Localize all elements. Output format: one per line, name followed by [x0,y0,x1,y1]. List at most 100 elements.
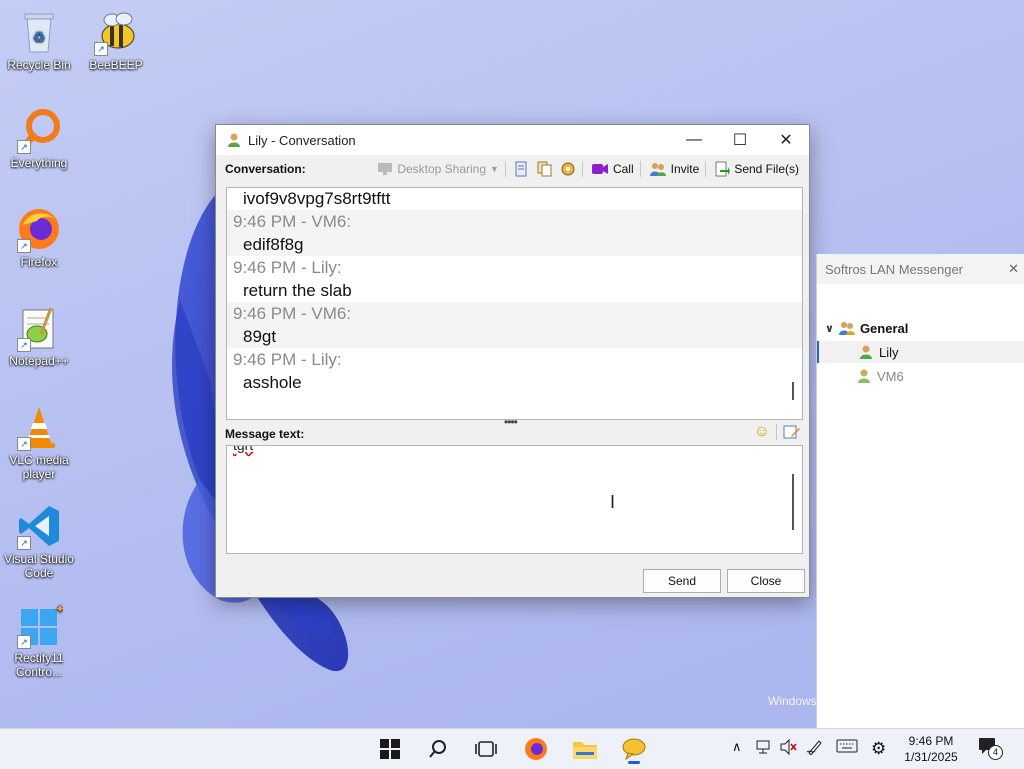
send-button[interactable]: Send [643,569,721,593]
notifications-button[interactable]: 4 [978,737,1003,760]
input-scrollbar[interactable] [792,474,794,530]
show-hidden-icons-button[interactable]: ∧ [732,739,742,755]
messenger-panel-title: Softros LAN Messenger [825,261,964,277]
desktop-icon-beebeep[interactable]: ↗ BeeBEEP [78,8,154,72]
message-header: 9:46 PM - VM6: [233,304,352,323]
user-item-lily[interactable]: Lily [817,341,1024,363]
desktop-sharing-label: Desktop Sharing [397,162,487,176]
message-input-value: tgrt [233,445,254,453]
start-button[interactable] [370,733,410,765]
desktop-icon-label: Recycle Bin [7,58,71,72]
taskbar-softros-messenger[interactable] [614,733,654,765]
recycle-bin-icon: ♻ [15,8,63,56]
desktop-icon-vscode[interactable]: ↗ Visual Studio Code [1,502,77,580]
messenger-panel-header: Softros LAN Messenger ✕ [817,254,1024,284]
emoji-button[interactable]: ☺ [754,423,770,441]
settings-gear-button[interactable]: ⚙ [871,739,886,759]
window-title: Lily - Conversation [248,132,356,148]
send-files-button[interactable]: Send File(s) [714,161,799,177]
desktop-icon-recycle-bin[interactable]: ♻ Recycle Bin [1,8,77,72]
message-row: 9:46 PM - VM6: edif8f8g [227,210,802,256]
shortcut-arrow-icon: ↗ [17,338,31,352]
gears-icon [561,162,575,176]
settings-button[interactable] [560,161,576,177]
message-text: edif8f8g [243,235,304,254]
svg-text:♻: ♻ [33,29,46,45]
taskbar: ∧ ⚙ 9:46 PM 1/31/2025 4 [0,728,1024,769]
desktop-icon-notepadpp[interactable]: ↗ Notepad++ [1,304,77,368]
toolbar-separator [639,161,641,177]
invite-button[interactable]: Invite [649,161,700,177]
send-file-icon [715,161,731,177]
keyboard-glyph-icon [836,739,858,753]
maximize-button[interactable]: ☐ [717,125,763,155]
messenger-panel: Softros LAN Messenger ✕ ∨ General Lily V… [816,254,1024,728]
splitter-handle[interactable]: •••• [504,415,518,429]
video-camera-icon [591,164,608,174]
network-icon-glyph [756,740,770,754]
search-button[interactable] [418,733,458,765]
clock[interactable]: 9:46 PM 1/31/2025 [896,733,966,765]
pen-icon[interactable] [806,739,824,755]
message-text: asshole [243,373,302,392]
notification-count-badge: 4 [988,745,1003,760]
folder-icon [573,742,597,759]
vscode-icon: ↗ [15,502,63,550]
user-item-vm6[interactable]: VM6 [817,365,1024,387]
clock-time: 9:46 PM [908,734,954,748]
message-text-label: Message text: [225,427,305,441]
close-window-button[interactable]: ✕ [763,125,809,155]
call-button[interactable]: Call [591,162,634,176]
invite-label: Invite [670,162,700,176]
conversation-history[interactable]: ivof9v8vpg7s8rt9tftt 9:46 PM - VM6: edif… [226,187,803,420]
users-add-icon [649,163,666,176]
taskbar-firefox[interactable] [516,733,556,765]
activation-watermark: Windows [768,694,817,708]
svg-text:✦: ✦ [55,602,63,616]
user-online-icon [860,345,872,359]
windows-logo-icon [380,739,400,759]
user-away-icon [858,369,870,383]
conversation-scrollbar[interactable] [792,382,794,400]
message-row: 9:46 PM - Lily: asshole [227,348,802,394]
desktop-icon-everything[interactable]: ↗ Everything [1,106,77,170]
task-view-button[interactable] [466,733,506,765]
task-view-icon [475,741,497,757]
desktop-icon-rectify11[interactable]: ✦ ↗ Rectify11 Contro... [1,601,77,679]
desktop-icon-vlc[interactable]: ↗ VLC media player [1,403,77,481]
conversation-toolbar: Conversation: Desktop Sharing ▼ Call Inv… [216,157,809,181]
title-bar[interactable]: Lily - Conversation — ☐ ✕ [216,125,809,155]
close-button[interactable]: Close [727,569,805,593]
message-text: return the slab [243,281,352,300]
shortcut-arrow-icon: ↗ [17,437,31,451]
conversation-label: Conversation: [225,162,306,176]
desktop-icon-firefox[interactable]: ↗ Firefox [1,205,77,269]
minimize-button[interactable]: — [671,125,717,155]
chevron-down-icon[interactable]: ∨ [825,322,834,335]
document-icon [515,161,527,177]
copy-button[interactable] [536,161,552,177]
keyboard-icon[interactable] [836,739,858,753]
volume-muted-icon[interactable] [780,739,798,755]
group-general[interactable]: ∨ General [825,320,908,336]
desktop-sharing-button[interactable]: Desktop Sharing ▼ [377,162,499,176]
toolbar-separator [581,161,583,177]
chevron-up-icon: ∧ [732,739,742,754]
close-icon[interactable]: ✕ [1008,261,1019,277]
call-label: Call [612,162,634,176]
user-name: Lily [879,344,899,360]
toolbar-separator [504,161,506,177]
desktop-icon-label: Everything [10,156,68,170]
history-button[interactable] [514,161,528,177]
shortcut-arrow-icon: ↗ [17,239,31,253]
taskbar-file-explorer[interactable] [565,733,605,765]
desktop-icon-label: Visual Studio Code [4,552,74,580]
desktop-icon-label: Notepad++ [9,354,69,368]
shortcut-arrow-icon: ↗ [17,635,31,649]
vlc-cone-icon: ↗ [15,403,63,451]
gear-icon: ⚙ [871,739,887,758]
message-row: 9:46 PM - Lily: return the slab [227,256,802,302]
network-icon[interactable] [756,739,774,755]
message-input[interactable]: tgrt I [226,445,803,554]
format-text-icon[interactable] [783,424,801,440]
